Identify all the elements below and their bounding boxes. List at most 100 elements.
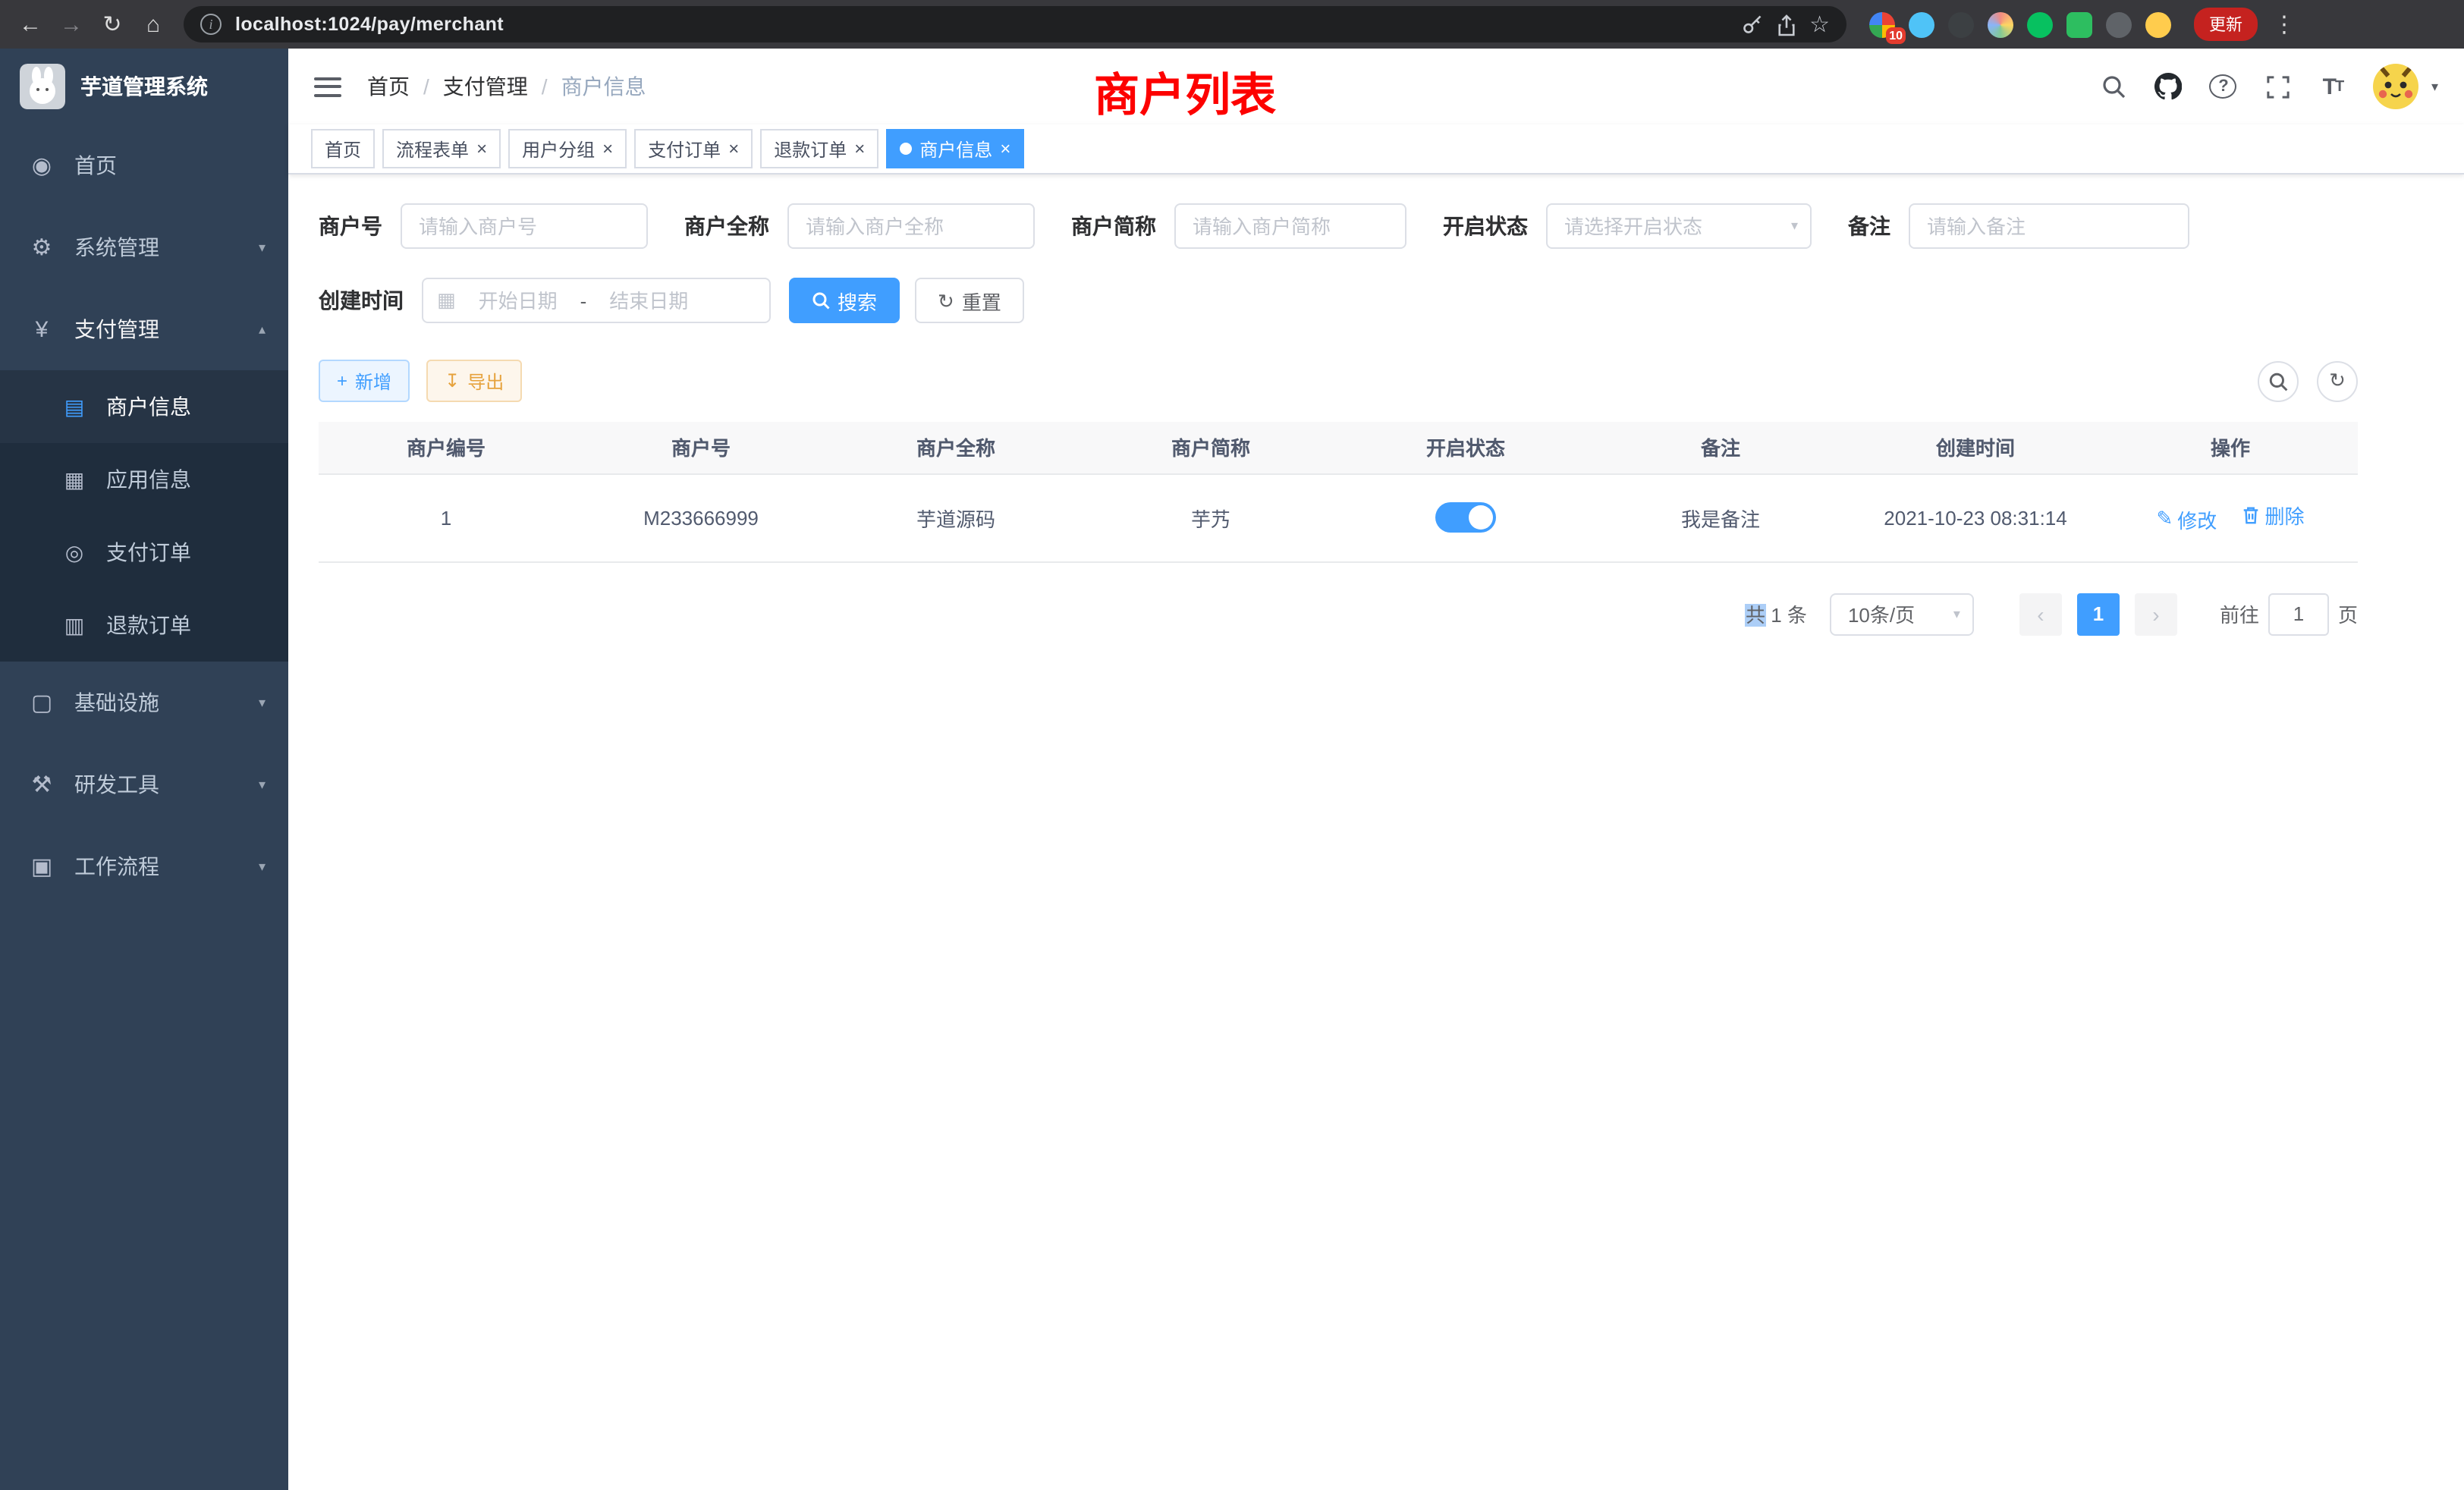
monitor-icon: ▢ xyxy=(29,689,55,716)
export-button[interactable]: ↧ 导出 xyxy=(426,360,522,402)
gear-icon: ⚙ xyxy=(29,234,55,261)
extension-icon[interactable] xyxy=(2145,11,2171,37)
forward-icon[interactable]: → xyxy=(53,6,90,42)
end-date-input[interactable] xyxy=(594,289,703,312)
fullscreen-icon[interactable] xyxy=(2264,71,2292,102)
sidebar-item-merchant-info[interactable]: ▤ 商户信息 xyxy=(0,370,288,443)
sidebar-item-label: 工作流程 xyxy=(74,851,159,882)
yen-icon: ¥ xyxy=(29,316,55,342)
filter-label: 商户号 xyxy=(319,211,382,241)
home-icon[interactable]: ⌂ xyxy=(135,6,171,42)
chevron-down-icon: ▾ xyxy=(259,239,266,256)
total-count: 共 1 条 xyxy=(1746,599,1807,628)
extension-glyph xyxy=(2066,11,2092,37)
breadcrumb-home[interactable]: 首页 xyxy=(367,71,410,102)
delete-link[interactable]: 删除 xyxy=(2241,501,2305,530)
browser-menu-icon[interactable]: ⋮ xyxy=(2273,11,2296,38)
github-icon[interactable] xyxy=(2155,71,2183,102)
reset-button[interactable]: ↻ 重置 xyxy=(915,278,1024,323)
browser-update-button[interactable]: 更新 xyxy=(2194,8,2258,41)
extension-icon[interactable]: 10 xyxy=(1869,11,1895,37)
breadcrumb-section[interactable]: 支付管理 xyxy=(443,71,528,102)
address-bar[interactable]: i localhost:1024/pay/merchant ☆ xyxy=(184,6,1846,42)
sidebar-item-pay-order[interactable]: ◎ 支付订单 xyxy=(0,516,288,589)
share-icon[interactable] xyxy=(1776,13,1796,36)
tab-process-form[interactable]: 流程表单 × xyxy=(382,129,501,168)
add-button[interactable]: + 新增 xyxy=(319,360,410,402)
page-size-input[interactable] xyxy=(1830,593,1974,635)
close-icon[interactable]: × xyxy=(854,138,865,159)
page: ← → ↻ ⌂ i localhost:1024/pay/merchant ☆ … xyxy=(0,0,2464,1490)
collapse-sidebar-icon[interactable] xyxy=(314,77,341,96)
page-size-select[interactable]: ▾ xyxy=(1830,593,1974,635)
close-icon[interactable]: × xyxy=(728,138,739,159)
filter-remark: 备注 xyxy=(1848,203,2189,249)
refresh-table-icon[interactable]: ↻ xyxy=(2317,360,2358,401)
back-icon[interactable]: ← xyxy=(12,6,49,42)
reload-icon[interactable]: ↻ xyxy=(94,6,130,42)
user-avatar[interactable] xyxy=(2374,64,2419,109)
sidebar-item-label: 支付管理 xyxy=(74,314,159,344)
tab-refund-order[interactable]: 退款订单 × xyxy=(760,129,878,168)
password-key-icon[interactable] xyxy=(1741,14,1762,35)
search-button[interactable]: 搜索 xyxy=(789,278,900,323)
bookmark-star-icon[interactable]: ☆ xyxy=(1809,11,1830,38)
search-icon[interactable] xyxy=(2101,71,2128,102)
help-icon[interactable]: ? xyxy=(2210,74,2237,99)
tab-home[interactable]: 首页 xyxy=(311,129,375,168)
start-date-input[interactable] xyxy=(464,289,573,312)
close-icon[interactable]: × xyxy=(476,138,487,159)
table-row: 1 M233666999 芋道源码 芋艿 我是备注 2021-10-23 08:… xyxy=(319,473,2358,561)
sidebar-item-label: 退款订单 xyxy=(106,610,191,640)
url-text[interactable]: localhost:1024/pay/merchant xyxy=(235,14,1727,35)
sidebar-item-label: 应用信息 xyxy=(106,464,191,495)
extension-glyph xyxy=(1909,11,1934,37)
extension-icon[interactable] xyxy=(2027,11,2053,37)
sidebar-item-workflow[interactable]: ▣ 工作流程 ▾ xyxy=(0,825,288,907)
tools-icon: ⚒ xyxy=(29,771,55,798)
app-logo[interactable]: 芋道管理系统 xyxy=(0,49,288,124)
status-select[interactable]: ▾ xyxy=(1546,203,1812,249)
current-page-button[interactable]: 1 xyxy=(2077,593,2120,635)
close-icon[interactable]: × xyxy=(602,138,613,159)
sidebar-item-payment[interactable]: ¥ 支付管理 ▴ xyxy=(0,288,288,370)
tab-merchant-info[interactable]: 商户信息 × xyxy=(886,129,1024,168)
extension-icon[interactable] xyxy=(2066,11,2092,37)
avatar-caret-icon[interactable]: ▾ xyxy=(2431,78,2438,95)
toggle-search-icon[interactable] xyxy=(2258,360,2299,401)
breadcrumb-current: 商户信息 xyxy=(561,71,646,102)
status-select-input[interactable] xyxy=(1546,203,1812,249)
edit-link-label: 修改 xyxy=(2177,505,2217,534)
goto-page-input[interactable] xyxy=(2268,593,2329,635)
sidebar-item-refund-order[interactable]: ▥ 退款订单 xyxy=(0,589,288,662)
next-page-button[interactable]: › xyxy=(2135,593,2177,635)
tab-pay-order[interactable]: 支付订单 × xyxy=(634,129,753,168)
trash-icon xyxy=(2241,506,2261,526)
status-toggle[interactable] xyxy=(1435,502,1496,533)
font-size-icon[interactable]: TT xyxy=(2319,71,2346,102)
goto-label: 前往 xyxy=(2220,599,2259,628)
prev-page-button[interactable]: ‹ xyxy=(2019,593,2062,635)
sidebar-item-app-info[interactable]: ▦ 应用信息 xyxy=(0,443,288,516)
filter-status: 开启状态 ▾ xyxy=(1443,203,1812,249)
close-icon[interactable]: × xyxy=(1000,138,1010,159)
remark-input[interactable] xyxy=(1909,203,2189,249)
sidebar-item-dev-tools[interactable]: ⚒ 研发工具 ▾ xyxy=(0,743,288,825)
date-range-picker[interactable]: ▦ - xyxy=(422,278,771,323)
extension-icon[interactable] xyxy=(1948,11,1974,37)
merchant-no-input[interactable] xyxy=(401,203,648,249)
extension-icon[interactable] xyxy=(1988,11,2013,37)
extension-icon[interactable] xyxy=(1909,11,1934,37)
sidebar-item-infrastructure[interactable]: ▢ 基础设施 ▾ xyxy=(0,662,288,743)
full-name-input[interactable] xyxy=(787,203,1035,249)
tab-user-group[interactable]: 用户分组 × xyxy=(508,129,627,168)
sidebar-item-system[interactable]: ⚙ 系统管理 ▾ xyxy=(0,206,288,288)
short-name-input[interactable] xyxy=(1174,203,1406,249)
sidebar-item-home[interactable]: ◉ 首页 xyxy=(0,124,288,206)
edit-link[interactable]: ✎ 修改 xyxy=(2156,505,2217,534)
merchant-table: 商户编号 商户号 商户全称 商户简称 开启状态 备注 创建时间 操作 1 xyxy=(319,422,2358,562)
extension-icon[interactable] xyxy=(2106,11,2132,37)
tags-view-bar: 首页 流程表单 × 用户分组 × 支付订单 × 退款订单 × xyxy=(288,124,2464,174)
site-info-icon[interactable]: i xyxy=(200,14,222,35)
col-actions: 操作 xyxy=(2103,422,2358,473)
